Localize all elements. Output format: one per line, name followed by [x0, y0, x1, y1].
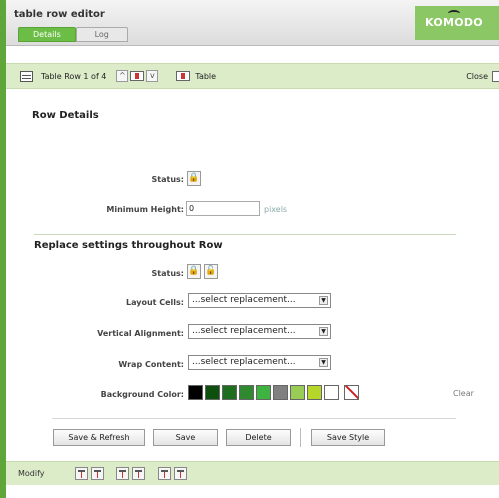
tab-bar: Details Log [18, 27, 128, 42]
merge-row-icon[interactable] [158, 467, 171, 480]
table-icon [176, 71, 191, 81]
wrap-content-label: Wrap Content: [118, 360, 184, 369]
color-swatch[interactable] [239, 385, 254, 400]
status-lock-icon[interactable]: 🔒 [187, 171, 201, 186]
insert-row-above-icon[interactable] [75, 467, 88, 480]
brand-logo: KOMODO CMS [415, 6, 499, 40]
move-row-up-icon[interactable] [116, 467, 129, 480]
window-title: table row editor [14, 9, 105, 20]
modify-label: Modify [18, 469, 45, 478]
close-button[interactable]: Close [466, 72, 488, 81]
row-up-button[interactable]: ^ [116, 70, 129, 82]
tab-details[interactable]: Details [18, 27, 76, 42]
insert-row-icon[interactable] [130, 71, 145, 81]
layout-cells-select[interactable]: ...select replacement... ▼ [188, 293, 331, 308]
delete-row-icon[interactable] [174, 467, 187, 480]
layout-cells-label: Layout Cells: [125, 298, 184, 307]
tab-log[interactable]: Log [75, 27, 128, 42]
close-icon[interactable] [492, 70, 499, 82]
lock-closed-icon[interactable]: 🔒 [187, 264, 201, 279]
button-separator [300, 428, 301, 447]
replace-settings-heading: Replace settings throughout Row [34, 240, 223, 251]
background-color-label: Background Color: [100, 390, 184, 399]
editor-window: table row editor Details Log KOMODO CMS … [6, 0, 499, 498]
color-swatch[interactable] [324, 385, 339, 400]
actions-divider [52, 418, 456, 419]
color-swatch[interactable] [256, 385, 271, 400]
color-swatch[interactable] [188, 385, 203, 400]
footer-bar: Modify [6, 461, 499, 485]
row-down-button[interactable]: v [146, 70, 159, 82]
clear-color-link[interactable]: Clear [453, 389, 474, 398]
color-swatch[interactable] [290, 385, 305, 400]
vertical-alignment-label: Vertical Alignment: [97, 329, 184, 338]
komodo-lizard-icon [448, 10, 460, 17]
chevron-down-icon: ▼ [319, 327, 328, 336]
vertical-alignment-select[interactable]: ...select replacement... ▼ [188, 324, 331, 339]
min-height-input[interactable]: 0 [186, 201, 260, 216]
status-label: Status: [151, 175, 184, 184]
color-swatch[interactable] [307, 385, 322, 400]
save-style-button[interactable]: Save Style [311, 429, 385, 446]
row-details-heading: Row Details [32, 110, 99, 121]
color-swatch[interactable] [205, 385, 220, 400]
min-height-unit: pixels [264, 205, 288, 214]
chevron-down-icon: ▼ [319, 296, 328, 305]
save-button[interactable]: Save [153, 429, 218, 446]
insert-row-below-icon[interactable] [91, 467, 104, 480]
delete-button[interactable]: Delete [226, 429, 291, 446]
color-swatch[interactable] [222, 385, 237, 400]
save-refresh-button[interactable]: Save & Refresh [53, 429, 145, 446]
replace-status-label: Status: [151, 269, 184, 278]
header-bar: table row editor Details Log KOMODO CMS [6, 0, 499, 46]
chevron-down-icon: ▼ [319, 358, 328, 367]
section-divider [34, 234, 456, 235]
toolbar: Table Row 1 of 4 ^ v Table Close [6, 63, 499, 89]
row-position-label: Table Row 1 of 4 [41, 71, 107, 81]
min-height-label: Minimum Height: [106, 205, 184, 214]
table-row-icon [20, 70, 33, 82]
wrap-content-select[interactable]: ...select replacement... ▼ [188, 355, 331, 370]
move-row-down-icon[interactable] [132, 467, 145, 480]
table-link[interactable]: Table [195, 72, 216, 81]
color-swatch[interactable] [273, 385, 288, 400]
lock-open-icon[interactable]: 🔓 [204, 264, 218, 279]
no-color-swatch[interactable] [344, 385, 359, 400]
